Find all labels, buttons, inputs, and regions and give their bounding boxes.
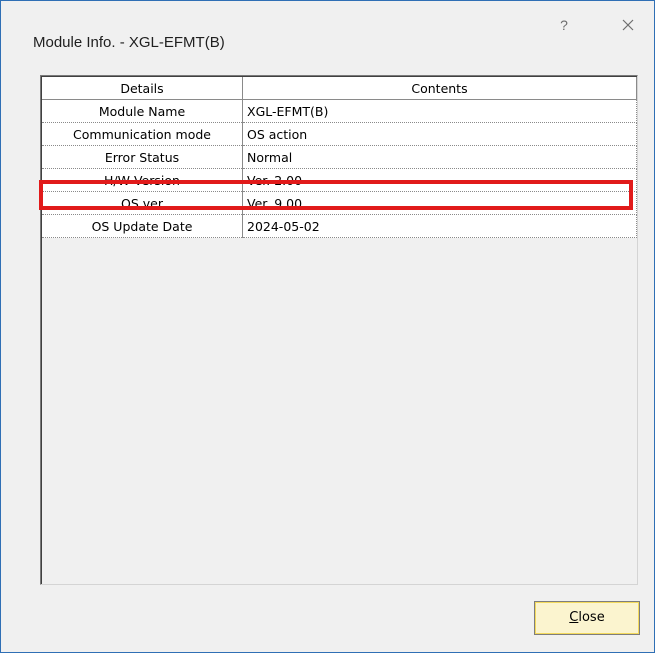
content-cell: Ver. 2.00 [242, 168, 637, 192]
content-cell: XGL-EFMT(B) [242, 99, 637, 123]
close-icon [622, 19, 634, 31]
content-cell: 2024-05-02 [242, 214, 637, 238]
info-table: Details Contents Module Name XGL-EFMT(B)… [42, 77, 637, 238]
detail-cell: OS ver [42, 191, 243, 215]
table-row[interactable]: OS ver Ver. 9.00 [42, 191, 637, 215]
window-close-button[interactable] [613, 13, 643, 37]
detail-cell: Error Status [42, 145, 243, 169]
detail-cell: OS Update Date [42, 214, 243, 238]
table-header-row: Details Contents [42, 77, 637, 100]
help-button[interactable]: ? [549, 13, 579, 37]
table-row[interactable]: OS Update Date 2024-05-02 [42, 214, 637, 238]
close-label: lose [578, 610, 605, 625]
detail-cell: H/W Version [42, 168, 243, 192]
title-bar: Module Info. - XGL-EFMT(B) ? [1, 1, 654, 59]
detail-cell: Communication mode [42, 122, 243, 146]
close-mnemonic: C [569, 610, 579, 625]
module-info-list[interactable]: Details Contents Module Name XGL-EFMT(B)… [40, 75, 638, 585]
content-cell: Ver. 9.00 [242, 191, 637, 215]
column-header-contents[interactable]: Contents [242, 77, 637, 100]
module-info-dialog: Module Info. - XGL-EFMT(B) ? Details Con… [0, 0, 655, 653]
content-cell: OS action [242, 122, 637, 146]
content-cell: Normal [242, 145, 637, 169]
dialog-title: Module Info. - XGL-EFMT(B) [33, 34, 225, 51]
column-header-details[interactable]: Details [42, 77, 243, 100]
table-row[interactable]: H/W Version Ver. 2.00 [42, 168, 637, 192]
question-mark-icon: ? [560, 17, 568, 33]
table-row[interactable]: Communication mode OS action [42, 122, 637, 146]
table-row[interactable]: Module Name XGL-EFMT(B) [42, 99, 637, 123]
close-button[interactable]: Close [534, 601, 640, 635]
detail-cell: Module Name [42, 99, 243, 123]
table-row[interactable]: Error Status Normal [42, 145, 637, 169]
